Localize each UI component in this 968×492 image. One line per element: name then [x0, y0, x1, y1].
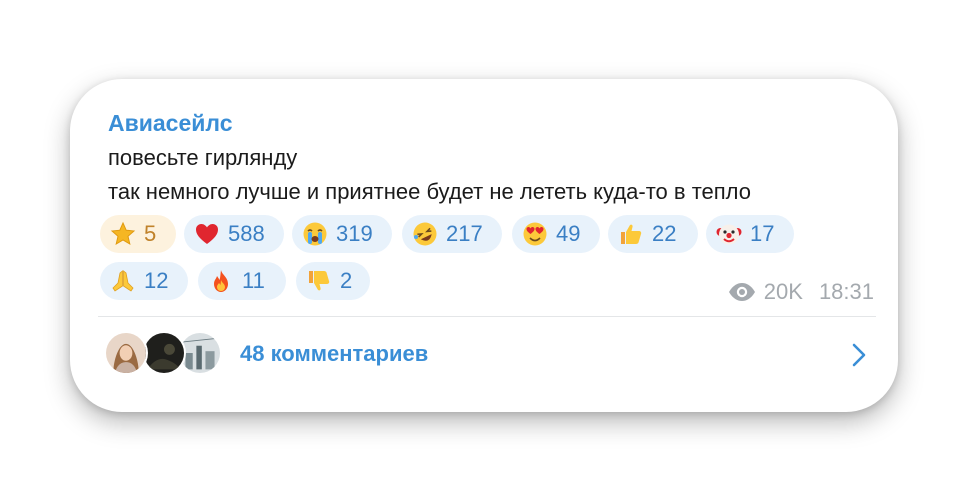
reaction-count: 49 [556, 221, 581, 246]
reaction-fire[interactable]: 11 [198, 262, 286, 300]
reaction-count: 319 [336, 221, 373, 246]
comments-button[interactable]: 48 комментариев [70, 317, 898, 389]
avatar [142, 331, 186, 375]
channel-name[interactable]: Авиасейлс [108, 110, 233, 137]
reaction-heart-eyes[interactable]: 49 [512, 215, 600, 253]
heart-eyes-face-icon [522, 221, 548, 247]
message-time: 18:31 [818, 279, 874, 304]
reaction-count: 17 [750, 221, 775, 246]
message-text-line-1: повесьте гирлянду [108, 145, 298, 170]
comments-count-label: 48 комментариев [240, 341, 429, 366]
folded-hands-icon [110, 268, 136, 294]
chevron-right-icon [852, 343, 866, 367]
reaction-count: 588 [228, 221, 265, 246]
reaction-count: 5 [144, 221, 157, 246]
loudly-crying-face-icon [302, 221, 328, 247]
eye-icon [728, 283, 755, 301]
rolling-on-floor-laughing-icon [412, 221, 438, 247]
reaction-thumbs-up[interactable]: 22 [608, 215, 698, 253]
reaction-count: 2 [340, 268, 353, 293]
message-text-line-2: так немного лучше и приятнее будет не ле… [108, 179, 751, 204]
message-card: Авиасейлс повесьте гирлянду так немного … [70, 79, 898, 412]
reaction-star[interactable]: 5 [100, 215, 176, 253]
thumbs-up-icon [618, 221, 644, 247]
message-meta: 20K 18:31 [728, 279, 874, 305]
reaction-heart[interactable]: 588 [184, 215, 284, 253]
avatar [104, 331, 148, 375]
reaction-rofl[interactable]: 217 [402, 215, 502, 253]
reaction-count: 11 [242, 268, 265, 293]
red-heart-icon [194, 221, 220, 247]
view-count: 20K [763, 279, 803, 304]
reaction-count: 217 [446, 221, 483, 246]
thumbs-down-icon [306, 268, 332, 294]
clown-face-icon [716, 221, 742, 247]
reaction-clown[interactable]: 17 [706, 215, 794, 253]
reaction-count: 22 [652, 221, 677, 246]
reaction-folded-hands[interactable]: 12 [100, 262, 188, 300]
reaction-crying[interactable]: 319 [292, 215, 392, 253]
reaction-count: 12 [144, 268, 169, 293]
fire-icon [208, 268, 234, 294]
star-icon [110, 221, 136, 247]
reaction-thumbs-down[interactable]: 2 [296, 262, 370, 300]
